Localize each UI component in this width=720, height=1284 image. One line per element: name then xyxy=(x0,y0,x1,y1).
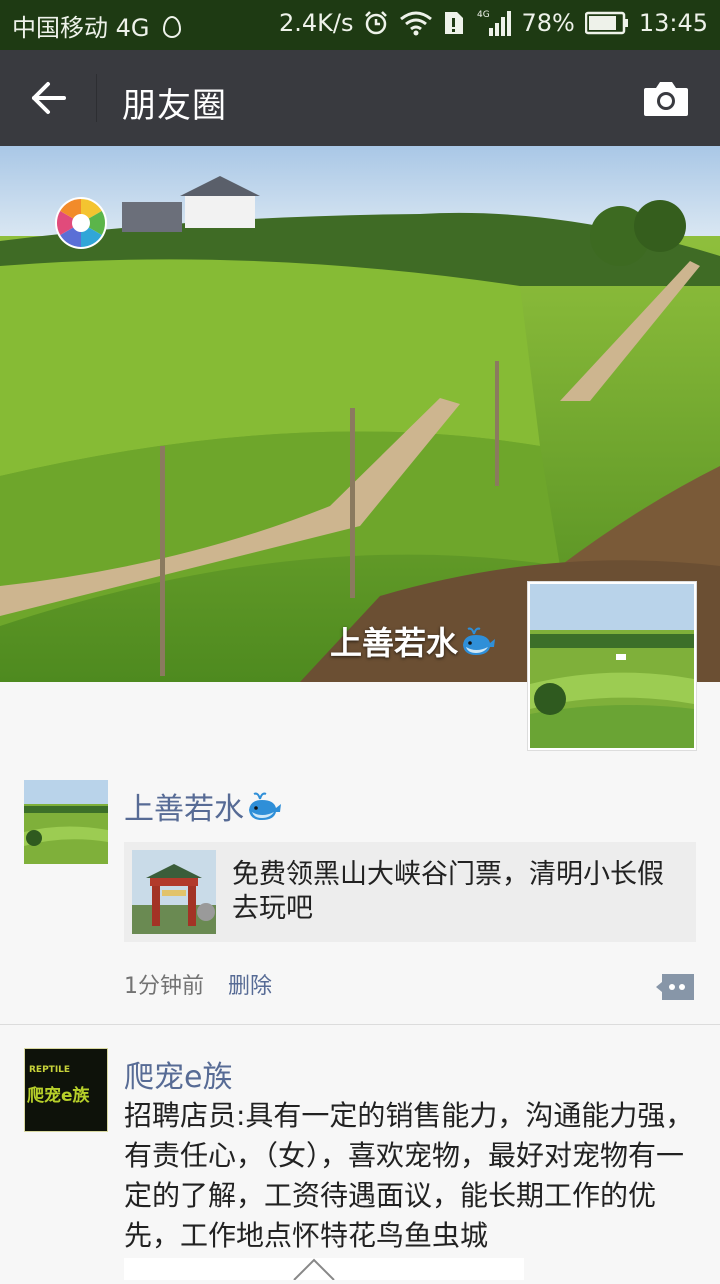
wifi-icon xyxy=(400,11,433,36)
feed-post: REPTILE 爬宠e族 爬宠e族 招聘店员:具有一定的销售能力，沟通能力强，有… xyxy=(0,1048,720,1280)
cover-username-text: 上善若水 xyxy=(329,624,458,662)
carrier-text: 中国移动 4G xyxy=(12,14,150,42)
my-avatar[interactable] xyxy=(528,582,696,750)
back-arrow-icon xyxy=(32,82,66,114)
battery-icon xyxy=(584,11,628,35)
post-image-preview[interactable] xyxy=(124,1258,524,1281)
post-separator xyxy=(0,1024,720,1025)
network-speed: 2.4K/s xyxy=(278,9,354,37)
post-time: 1分钟前 xyxy=(124,974,204,999)
camera-icon xyxy=(644,82,688,116)
feed-post: 上善若水 免费领黑山大峡谷门票，清明小长假去玩吧 1分钟前 删除 xyxy=(0,780,720,1024)
signal-icon: 4G xyxy=(477,10,512,36)
status-bar: 中国移动 4G 2.4K/s 4G 78% 13:45 xyxy=(0,0,720,50)
data-saver-icon xyxy=(163,16,182,38)
post-nickname[interactable]: 上善若水 xyxy=(124,784,282,828)
post-avatar[interactable]: REPTILE 爬宠e族 xyxy=(24,1048,108,1132)
post-image-peek xyxy=(293,1258,335,1281)
clock: 13:45 xyxy=(638,9,708,37)
title-bar: 朋友圈 xyxy=(0,50,720,146)
whale-emoji-icon xyxy=(249,792,281,820)
camera-button[interactable] xyxy=(642,80,690,118)
gate-thumbnail-image xyxy=(132,850,216,934)
cover-username: 上善若水 xyxy=(330,618,496,664)
title-divider xyxy=(96,74,97,122)
post-avatar-image xyxy=(24,780,108,864)
lens-logo-icon xyxy=(55,197,107,249)
svg-text:4G: 4G xyxy=(477,10,490,20)
alarm-icon xyxy=(365,11,388,35)
link-thumbnail xyxy=(132,850,216,934)
comment-button[interactable] xyxy=(656,972,696,1002)
link-title: 免费领黑山大峡谷门票，清明小长假去玩吧 xyxy=(232,859,664,924)
delete-link[interactable]: 删除 xyxy=(228,968,272,1000)
sim-alert-icon xyxy=(445,12,464,34)
post-text: 招聘店员:具有一定的销售能力，沟通能力强，有责任心，（女），喜欢宠物，最好对宠物… xyxy=(124,1099,694,1252)
battery-percent: 78% xyxy=(521,9,575,37)
post-nickname[interactable]: 爬宠e族 xyxy=(124,1052,232,1096)
whale-emoji-icon xyxy=(463,627,495,655)
shared-link-card[interactable]: 免费领黑山大峡谷门票，清明小长假去玩吧 xyxy=(124,842,696,942)
back-button[interactable] xyxy=(28,74,72,122)
page-title: 朋友圈 xyxy=(122,86,227,126)
avatar-logo-text: 爬宠e族 xyxy=(27,1086,90,1106)
status-right: 2.4K/s 4G 78% 13:45 xyxy=(279,8,708,38)
avatar-logo-subtext: REPTILE xyxy=(29,1065,71,1075)
post-nickname-text: 上善若水 xyxy=(124,792,244,827)
comment-icon xyxy=(656,974,694,1000)
avatar-landscape-image xyxy=(530,584,694,748)
status-left: 中国移动 4G xyxy=(12,8,182,43)
post-avatar[interactable] xyxy=(24,780,108,864)
